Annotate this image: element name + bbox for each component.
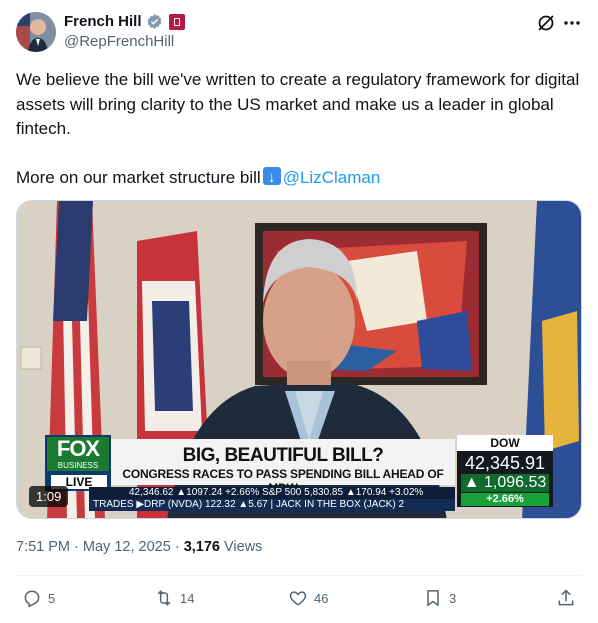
tweet-card: French Hill @RepFrenchHill We believe th…	[0, 0, 598, 623]
dow-change-value: 1,096.53	[484, 474, 547, 491]
meta-separator-2: ·	[174, 539, 180, 555]
bookmark-button[interactable]: 3	[423, 588, 456, 608]
mention-link[interactable]: @LizClaman	[283, 168, 381, 187]
ticker-line-2: TRADES ▶DRP (NVDA) 122.32 ▲5.67 | JACK I…	[89, 499, 455, 511]
reply-count: 5	[48, 590, 56, 606]
tweet-date[interactable]: May 12, 2025	[83, 539, 171, 555]
tweet-time[interactable]: 7:51 PM	[16, 539, 70, 555]
headline: BIG, BEAUTIFUL BILL?	[182, 445, 384, 466]
tweet-text: We believe the bill we've written to cre…	[16, 68, 582, 191]
share-button[interactable]	[556, 588, 576, 608]
verified-badge-icon[interactable]	[146, 13, 163, 30]
down-arrow-emoji-icon	[262, 166, 281, 191]
action-bar: 5 14 46 3	[0, 588, 598, 612]
tweet-paragraph-2-text: More on our market structure bill	[16, 168, 261, 187]
dow-box: DOW 42,345.91 ▲ 1,096.53 +2.66%	[457, 435, 553, 507]
bookmark-icon	[427, 590, 439, 607]
fox-business-text: BUSINESS	[47, 461, 109, 471]
video-player[interactable]: FOX BUSINESS LIVE BIG, BEAUTIFUL BILL? C…	[16, 200, 582, 519]
reply-icon	[24, 590, 40, 608]
grok-icon[interactable]	[536, 13, 556, 33]
tweet-paragraph-2: More on our market structure bill @LizCla…	[16, 166, 582, 191]
bookmark-count: 3	[449, 590, 457, 606]
dow-label: DOW	[457, 435, 553, 451]
like-button[interactable]: 46	[288, 588, 328, 608]
repost-icon	[157, 590, 171, 606]
ticker-line-1: 42,346.62 ▲1097.24 +2.66% S&P 500 5,830.…	[89, 487, 455, 499]
meta-separator: ·	[74, 539, 79, 555]
tweet-meta: 7:51 PM · May 12, 2025 · 3,176 Views	[16, 539, 262, 555]
fox-business-logo: FOX BUSINESS LIVE	[45, 435, 111, 491]
repost-count: 14	[180, 590, 195, 606]
repost-button[interactable]: 14	[154, 588, 194, 608]
more-horizontal-icon[interactable]	[562, 13, 582, 33]
news-lower-third: FOX BUSINESS LIVE BIG, BEAUTIFUL BILL? C…	[45, 435, 555, 511]
dow-value: 42,345.91	[464, 453, 546, 473]
headline-box: BIG, BEAUTIFUL BILL? CONGRESS RACES TO P…	[111, 439, 455, 495]
views-label: Views	[224, 539, 263, 555]
avatar-image	[16, 12, 56, 52]
views-count[interactable]: 3,176	[184, 539, 220, 555]
author-display-name[interactable]: French Hill	[64, 13, 142, 30]
fox-logo-text: FOX	[47, 437, 109, 461]
author-name-row: French Hill	[64, 13, 185, 30]
video-duration-badge: 1:09	[29, 486, 69, 507]
us-government-badge-icon[interactable]	[168, 13, 185, 30]
avatar[interactable]	[16, 12, 56, 52]
dow-percent: +2.66%	[461, 493, 549, 506]
dow-change: ▲ 1,096.53	[461, 474, 549, 492]
like-count: 46	[314, 590, 329, 606]
share-icon	[558, 589, 574, 606]
reply-button[interactable]: 5	[22, 588, 55, 608]
author-handle[interactable]: @RepFrenchHill	[64, 33, 174, 50]
divider	[16, 575, 582, 576]
tweet-paragraph-1: We believe the bill we've written to cre…	[16, 70, 580, 138]
heart-icon	[289, 591, 307, 606]
